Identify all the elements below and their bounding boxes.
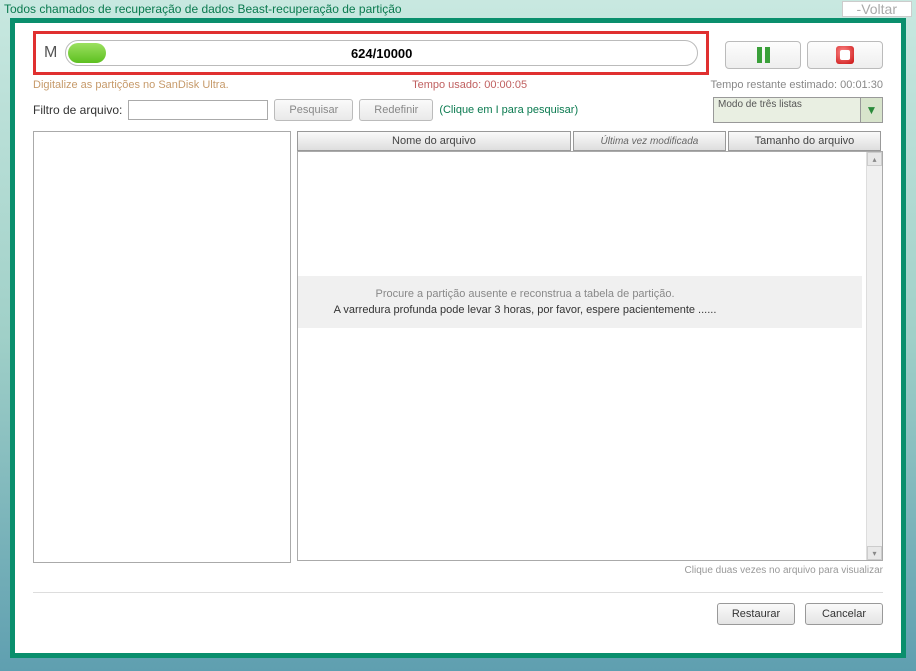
restore-button[interactable]: Restaurar (717, 603, 795, 625)
scan-status-text: Digitalize as partições no SanDisk Ultra… (33, 79, 229, 91)
scan-message-line1: Procure a partição ausente e reconstrua … (297, 288, 842, 300)
divider (33, 592, 883, 593)
stop-icon (836, 46, 854, 64)
progress-fill (68, 43, 106, 63)
search-button[interactable]: Pesquisar (274, 99, 353, 121)
time-remaining-label: Tempo restante estimado: 00:01:30 (711, 79, 883, 91)
main-panel: M 624/10000 Digitalize as partições no S… (10, 18, 906, 658)
pause-button[interactable] (725, 41, 801, 69)
scroll-up-icon[interactable]: ▴ (867, 152, 882, 166)
scan-message-banner: Procure a partição ausente e reconstrua … (297, 276, 862, 328)
scrollbar-vertical[interactable]: ▴ ▾ (866, 152, 882, 560)
progress-text: 624/10000 (351, 46, 412, 61)
window-title: Todos chamados de recuperação de dados B… (4, 2, 402, 16)
drive-letter: M (44, 44, 57, 62)
scroll-down-icon[interactable]: ▾ (867, 546, 882, 560)
back-button[interactable]: -Voltar (842, 1, 912, 17)
view-mode-select[interactable]: Modo de três listas ▼ (713, 97, 883, 123)
view-mode-text: Modo de três listas (714, 98, 860, 122)
column-header-name[interactable]: Nome do arquivo (297, 131, 571, 151)
pause-icon (757, 47, 770, 63)
column-header-size[interactable]: Tamanho do arquivo (728, 131, 881, 151)
reset-button[interactable]: Redefinir (359, 99, 433, 121)
stop-button[interactable] (807, 41, 883, 69)
cancel-button[interactable]: Cancelar (805, 603, 883, 625)
filter-label: Filtro de arquivo: (33, 103, 122, 117)
column-header-date[interactable]: Última vez modificada (573, 131, 726, 151)
progress-highlight: M 624/10000 (33, 31, 709, 75)
search-hint: (Clique em I para pesquisar) (439, 104, 578, 116)
folder-tree-panel[interactable] (33, 131, 291, 563)
preview-hint: Clique duas vezes no arquivo para visual… (33, 565, 883, 576)
chevron-down-icon: ▼ (860, 98, 882, 122)
scan-message-line2: A varredura profunda pode levar 3 horas,… (297, 304, 842, 316)
filter-input[interactable] (128, 100, 268, 120)
time-used-label: Tempo usado: 00:00:05 (412, 79, 527, 91)
progress-bar: 624/10000 (65, 40, 698, 66)
file-list-panel[interactable]: ▴ ▾ Procure a partição ausente e reconst… (297, 151, 883, 561)
